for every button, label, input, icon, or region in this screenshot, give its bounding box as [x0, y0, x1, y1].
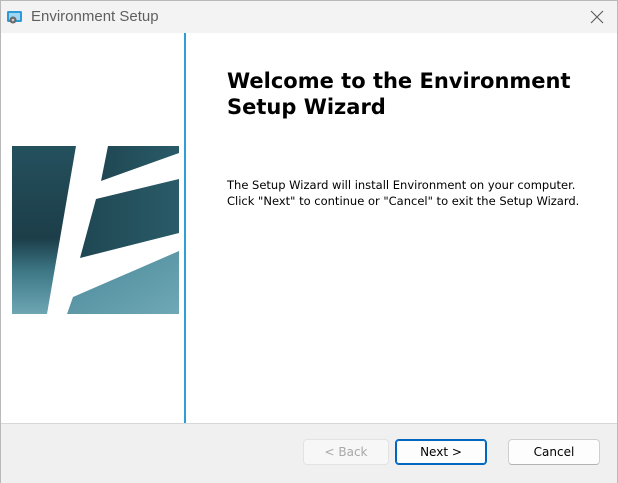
- next-button[interactable]: Next >: [395, 439, 487, 465]
- back-button[interactable]: < Back: [303, 439, 389, 465]
- close-button[interactable]: [578, 1, 616, 33]
- installer-icon: [6, 9, 24, 25]
- wizard-description: The Setup Wizard will install Environmen…: [227, 177, 607, 209]
- wizard-content: Welcome to the Environment Setup Wizard …: [1, 33, 617, 423]
- environment-logo: [12, 146, 179, 314]
- description-line: Click "Next" to continue or "Cancel" to …: [227, 194, 580, 208]
- title-bar[interactable]: Environment Setup: [1, 1, 617, 33]
- sidebar-divider: [184, 33, 186, 423]
- description-line: The Setup Wizard will install Environmen…: [227, 178, 576, 192]
- page-title: Welcome to the Environment Setup Wizard: [227, 69, 571, 119]
- window-title: Environment Setup: [31, 8, 159, 25]
- setup-window: Environment Setup Welcome to the Environ…: [0, 0, 618, 483]
- close-icon: [590, 10, 604, 24]
- wizard-sidebar: [1, 33, 184, 423]
- cancel-button[interactable]: Cancel: [508, 439, 600, 465]
- button-bar: < Back Next > Cancel: [1, 423, 617, 483]
